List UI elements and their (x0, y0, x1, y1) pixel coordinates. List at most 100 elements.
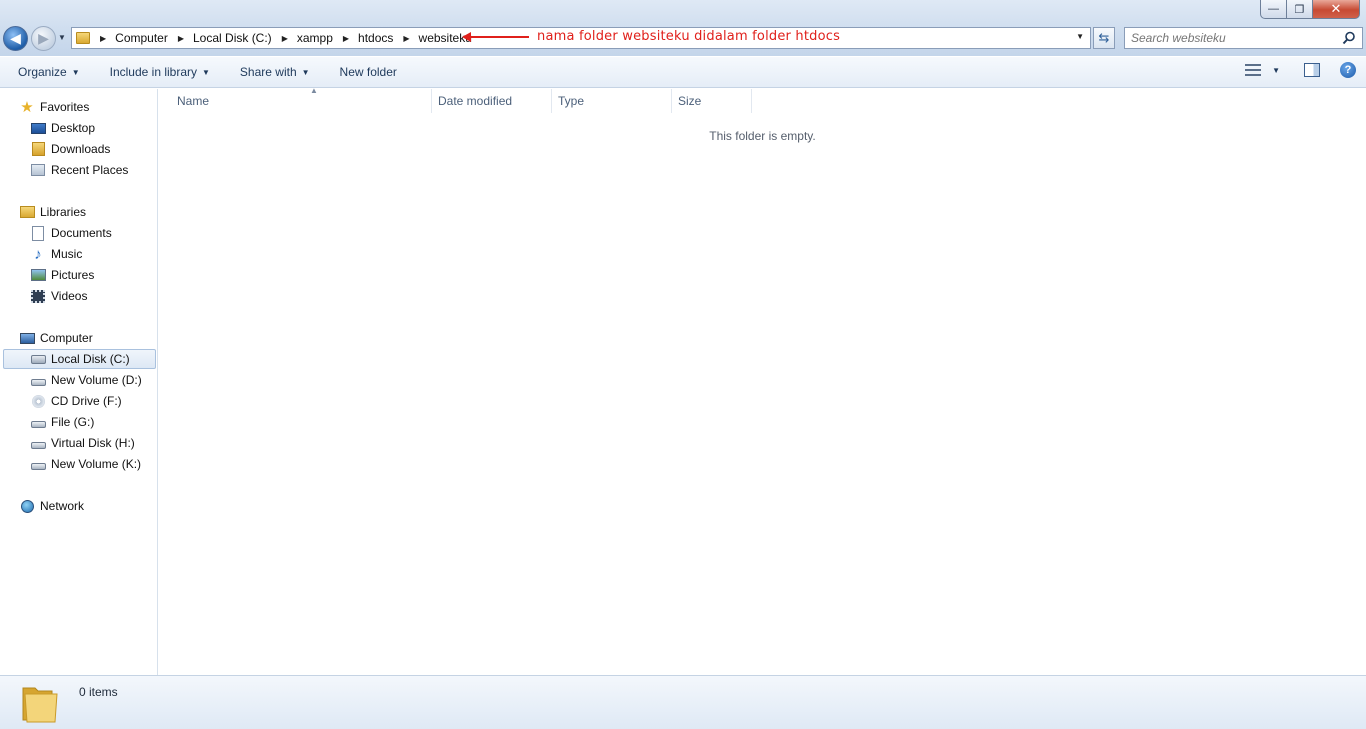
refresh-button[interactable]: ⇆ (1093, 27, 1115, 49)
close-button[interactable]: ✕ (1313, 0, 1360, 19)
column-date-modified[interactable]: Date modified (432, 89, 552, 113)
organize-label: Organize (18, 65, 67, 79)
forward-button[interactable]: ▶ (31, 26, 56, 51)
desktop-icon (30, 120, 46, 136)
column-size[interactable]: Size (672, 89, 752, 113)
include-in-library-button[interactable]: Include in library ▼ (102, 57, 218, 87)
annotation: nama folder websiteku didalam folder htd… (462, 29, 840, 44)
crumb-xampp[interactable]: xampp (297, 31, 333, 45)
recent-pages-dropdown[interactable]: ▼ (58, 33, 66, 42)
nav-network[interactable]: Network (0, 496, 156, 516)
column-name[interactable]: ▲ Name (171, 86, 432, 113)
nav-virtual-disk-h[interactable]: Virtual Disk (H:) (0, 433, 156, 453)
annotation-text: nama folder websiteku didalam folder htd… (537, 29, 841, 44)
search-icon[interactable] (1342, 31, 1356, 45)
computer-icon (19, 330, 35, 346)
nav-recent-places[interactable]: Recent Places (0, 160, 156, 180)
documents-icon (30, 225, 46, 241)
preview-pane-icon[interactable] (1304, 63, 1320, 77)
column-date-modified-label: Date modified (438, 94, 513, 108)
libraries-icon (19, 204, 35, 220)
chevron-right-icon[interactable]: ▶ (403, 34, 409, 43)
navigation-pane: ★ Favorites Desktop Downloads Recent Pla… (0, 89, 158, 675)
nav-label: Pictures (51, 268, 95, 282)
nav-libraries[interactable]: Libraries (0, 202, 156, 222)
share-with-button[interactable]: Share with ▼ (232, 57, 318, 87)
refresh-icon: ⇆ (1098, 30, 1110, 45)
breadcrumb: ▶ Computer ▶ Local Disk (C:) ▶ xampp ▶ h… (90, 31, 472, 45)
drive-icon (30, 435, 46, 451)
help-icon[interactable]: ? (1340, 62, 1356, 78)
address-dropdown-icon[interactable]: ▼ (1076, 32, 1084, 41)
forward-arrow-icon: ▶ (38, 30, 49, 46)
chevron-right-icon[interactable]: ▶ (282, 34, 288, 43)
window-controls: — ❐ ✕ (1260, 0, 1360, 19)
folder-icon (76, 32, 90, 44)
music-icon: ♪ (34, 245, 42, 263)
nav-label: Favorites (40, 100, 90, 114)
nav-label: Documents (51, 226, 112, 240)
column-size-label: Size (678, 94, 702, 108)
videos-icon (30, 288, 46, 304)
search-box[interactable] (1124, 27, 1363, 49)
arrow-left-icon (462, 31, 471, 42)
nav-label: Desktop (51, 121, 96, 135)
item-count: 0 items (79, 685, 118, 699)
column-name-label: Name (177, 94, 210, 108)
nav-cd-drive-f[interactable]: CD Drive (F:) (0, 391, 156, 411)
chevron-down-icon: ▼ (1272, 65, 1280, 75)
share-with-label: Share with (239, 65, 297, 79)
change-view-button[interactable]: ▼ (1245, 64, 1280, 76)
nav-label: Virtual Disk (H:) (51, 436, 135, 450)
downloads-icon (30, 141, 46, 157)
crumb-local-disk[interactable]: Local Disk (C:) (193, 31, 272, 45)
nav-downloads[interactable]: Downloads (0, 139, 156, 159)
nav-local-disk-c[interactable]: Local Disk (C:) (3, 349, 156, 369)
title-bar: — ❐ ✕ ◀ ▶ ▼ ▶ Computer ▶ Local Disk (C:)… (0, 0, 1366, 56)
nav-new-volume-k[interactable]: New Volume (K:) (0, 454, 156, 474)
nav-label: Libraries (40, 205, 87, 219)
new-folder-button[interactable]: New folder (332, 57, 405, 87)
chevron-right-icon[interactable]: ▶ (100, 34, 106, 43)
drive-icon (30, 456, 46, 472)
nav-new-volume-d[interactable]: New Volume (D:) (0, 370, 156, 390)
chevron-down-icon: ▼ (202, 67, 210, 77)
cd-drive-icon (30, 393, 46, 409)
column-type[interactable]: Type (552, 89, 672, 113)
nav-label: Videos (51, 289, 88, 303)
command-bar: Organize ▼ Include in library ▼ Share wi… (0, 56, 1366, 88)
search-input[interactable] (1131, 31, 1341, 45)
drive-icon (30, 414, 46, 430)
minimize-button[interactable]: — (1260, 0, 1287, 19)
nav-label: Local Disk (C:) (51, 352, 130, 366)
nav-computer[interactable]: Computer (0, 328, 156, 348)
nav-music[interactable]: ♪ Music (0, 244, 156, 264)
toolbar-right: ▼ ? (1245, 62, 1356, 78)
chevron-right-icon[interactable]: ▶ (343, 34, 349, 43)
sort-ascending-icon: ▲ (310, 86, 318, 95)
nav-favorites[interactable]: ★ Favorites (0, 97, 156, 117)
folder-icon (22, 687, 58, 723)
details-pane: 0 items (0, 675, 1366, 729)
nav-label: Recent Places (51, 163, 129, 177)
chevron-right-icon[interactable]: ▶ (178, 34, 184, 43)
nav-file-g[interactable]: File (G:) (0, 412, 156, 432)
organize-button[interactable]: Organize ▼ (10, 57, 88, 87)
nav-label: CD Drive (F:) (51, 394, 122, 408)
back-button[interactable]: ◀ (3, 26, 28, 51)
nav-videos[interactable]: Videos (0, 286, 156, 306)
nav-documents[interactable]: Documents (0, 223, 156, 243)
empty-folder-message: This folder is empty. (709, 129, 816, 143)
nav-label: New Volume (D:) (51, 373, 142, 387)
nav-pictures[interactable]: Pictures (0, 265, 156, 285)
chevron-down-icon: ▼ (71, 67, 80, 77)
new-folder-label: New folder (339, 65, 397, 79)
crumb-computer[interactable]: Computer (115, 31, 168, 45)
file-list[interactable]: ▲ Name Date modified Type Size This fold… (159, 86, 1366, 675)
nav-label: Music (51, 247, 83, 261)
maximize-button[interactable]: ❐ (1287, 0, 1313, 19)
nav-desktop[interactable]: Desktop (0, 118, 156, 138)
crumb-htdocs[interactable]: htdocs (358, 31, 393, 45)
chevron-down-icon: ▼ (301, 67, 310, 77)
nav-label: Downloads (51, 142, 111, 156)
